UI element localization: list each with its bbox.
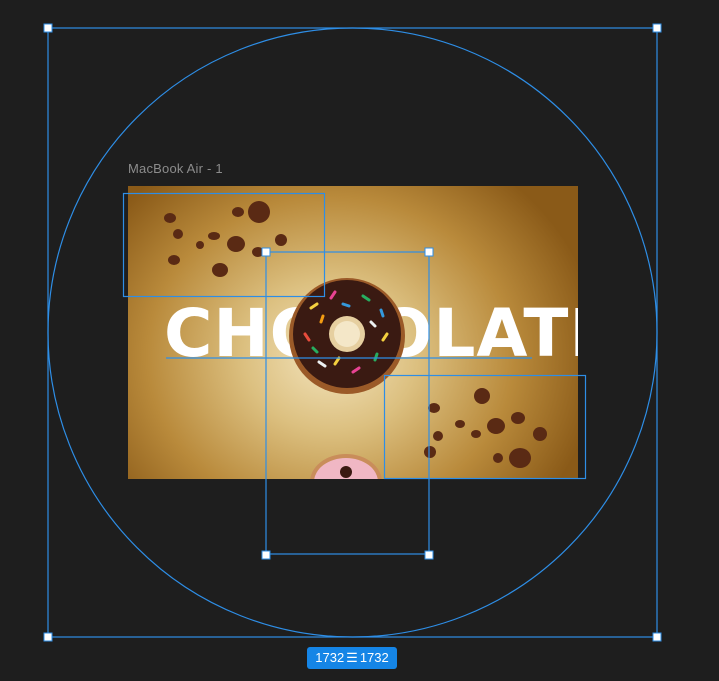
artboard-canvas[interactable]: CHOCOLATE — [128, 186, 578, 479]
resize-handle-bottom-left — [43, 632, 53, 642]
resize-handle-bottom-right — [652, 632, 662, 642]
chocolate-chips-bottom-right[interactable] — [418, 384, 558, 476]
equal-bars-icon: ☰ — [346, 650, 358, 665]
resize-handle-top-left — [43, 23, 53, 33]
donut-handle-bottom-left — [261, 550, 271, 560]
donut-handle-bottom-right — [424, 550, 434, 560]
resize-handle-top-right — [652, 23, 662, 33]
dimensions-badge: 1732 ☰ 1732 — [307, 647, 397, 669]
chocolate-chips-top-left[interactable] — [158, 200, 308, 280]
donut-pink-image[interactable] — [308, 452, 384, 479]
height-label: 1732 — [359, 650, 389, 665]
width-label: 1732 — [315, 650, 345, 665]
frame-label[interactable]: MacBook Air - 1 — [128, 161, 223, 176]
donut-image[interactable] — [283, 278, 411, 396]
